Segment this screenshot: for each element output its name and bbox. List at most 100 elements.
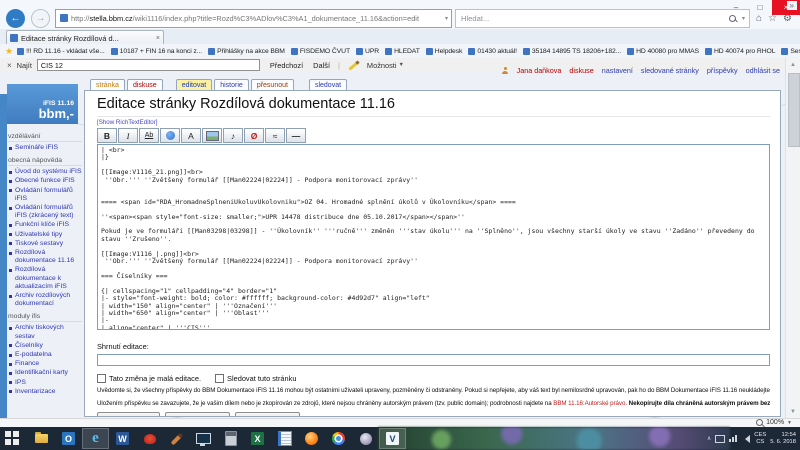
editing-help-link[interactable]: Pomoc při editování: [341, 416, 406, 417]
personal-link[interactable]: diskuse: [569, 66, 593, 75]
favorites-item[interactable]: 01430 aktuál!: [468, 48, 517, 55]
browser-scrollbar[interactable]: ▲ ▼: [785, 58, 800, 418]
wikitext-editor[interactable]: | <br> |} [[Image:V1116_21.png]]<br> ''O…: [97, 144, 770, 330]
diff-button[interactable]: Ukázat změny: [235, 412, 300, 417]
richtext-toggle-link[interactable]: [Show RichTextEditor]: [97, 119, 770, 126]
scroll-up-icon[interactable]: ▲: [786, 58, 800, 71]
signature-button[interactable]: ≈: [265, 128, 285, 143]
italic-button[interactable]: I: [118, 128, 138, 143]
maximize-button[interactable]: □: [748, 0, 772, 15]
favorites-item[interactable]: 10187 + FIN 16 na konci z...: [111, 48, 202, 55]
sidebar-item[interactable]: E-podatelna: [8, 351, 82, 359]
sidebar-item[interactable]: Ovládání formulářů iFIS: [8, 187, 82, 203]
network-icon[interactable]: [729, 435, 737, 442]
word-icon[interactable]: W: [109, 428, 136, 449]
browser-tab[interactable]: Editace stránky Rozdílová d... ×: [6, 30, 164, 45]
sidebar-item[interactable]: moduly ifis: [8, 313, 82, 322]
personal-link[interactable]: sledované stránky: [641, 66, 699, 75]
favorites-item[interactable]: Přihlášky na akce BBM: [208, 48, 285, 55]
address-dropdown-icon[interactable]: ▾: [442, 15, 451, 22]
address-bar[interactable]: http://stella.bbm.cz/wiki1116/index.php?…: [55, 9, 452, 28]
minimize-button[interactable]: –: [724, 0, 748, 15]
external-link-button[interactable]: [160, 128, 180, 143]
back-button[interactable]: ←: [6, 9, 25, 28]
start-button[interactable]: [5, 431, 19, 445]
hidden-icons-chevron[interactable]: ∧: [707, 435, 711, 442]
sidebar-item[interactable]: Semináře iFIS: [8, 144, 82, 152]
favorites-item[interactable]: HD 40080 pro MMAS: [627, 48, 699, 55]
calculator-icon[interactable]: [217, 428, 244, 449]
bold-button[interactable]: B: [97, 128, 117, 143]
monitor-icon[interactable]: [715, 435, 725, 443]
favorites-star-icon[interactable]: ★: [5, 46, 13, 57]
watch-page-checkbox[interactable]: [215, 374, 224, 383]
find-next-button[interactable]: Další: [313, 61, 330, 70]
sidebar-item[interactable]: Tiskové sestavy: [8, 240, 82, 248]
favorites-overflow-icon[interactable]: »: [787, 1, 797, 10]
find-previous-button[interactable]: Předchozí: [270, 61, 303, 70]
sidebar-item[interactable]: Funkční klíče iFIS: [8, 221, 82, 229]
hr-button[interactable]: —: [286, 128, 306, 143]
paint-icon[interactable]: [163, 428, 190, 449]
personal-link[interactable]: příspěvky: [707, 66, 738, 75]
internal-link-button[interactable]: Ab: [139, 128, 159, 143]
sidebar-item[interactable]: Rozdílová dokumentace k aktualizacím iFI…: [8, 266, 82, 291]
firefox-icon[interactable]: [298, 428, 325, 449]
zoom-control[interactable]: 100% ▼: [756, 419, 792, 426]
favorites-item[interactable]: 35184 14895 TS 18206+182...: [523, 48, 621, 55]
find-close-icon[interactable]: ×: [7, 61, 12, 70]
sidebar-item[interactable]: obecná nápověda: [8, 157, 82, 166]
language-indicator[interactable]: CES CS: [754, 432, 766, 445]
personal-link[interactable]: Jana daňkova: [517, 66, 562, 75]
favorites-item[interactable]: Helpdesk: [426, 48, 463, 55]
summary-input[interactable]: [97, 354, 770, 366]
sidebar-item[interactable]: Archiv rozdílových dokumentací: [8, 292, 82, 308]
search-icon[interactable]: [729, 15, 736, 22]
excel-icon[interactable]: X: [244, 428, 271, 449]
file-explorer-icon[interactable]: [28, 428, 55, 449]
internet-explorer-icon[interactable]: e: [82, 428, 109, 449]
headline-button[interactable]: A: [181, 128, 201, 143]
viewer-app-icon[interactable]: V: [379, 428, 406, 449]
notepad-icon[interactable]: [271, 428, 298, 449]
search-box[interactable]: Hledat... ▾: [455, 9, 750, 28]
sidebar-item[interactable]: IPS: [8, 379, 82, 387]
outlook-icon[interactable]: O: [55, 428, 82, 449]
sidebar-item[interactable]: Úvod do systému iFIS: [8, 168, 82, 176]
sidebar-item[interactable]: Číselníky: [8, 342, 82, 350]
personal-link[interactable]: nastavení: [602, 66, 633, 75]
wiki-logo[interactable]: iFIS 11.16 bbm,-: [7, 84, 78, 124]
preview-button[interactable]: Ukázat náhled: [165, 412, 230, 417]
favorites-item[interactable]: !!! RD 11.16 - vkládat vše...: [17, 48, 105, 55]
clock[interactable]: 12:54 5. 6. 2018: [770, 432, 798, 445]
save-button[interactable]: Uložit změny: [97, 412, 160, 417]
favorites-item[interactable]: HD 40074 pro RHOL: [705, 48, 775, 55]
certificate-icon[interactable]: [352, 428, 379, 449]
remote-desktop-icon[interactable]: [190, 428, 217, 449]
find-options-button[interactable]: Možnosti ▼: [367, 61, 404, 70]
sidebar-item[interactable]: Archiv tiskových sestav: [8, 324, 82, 340]
minor-edit-checkbox[interactable]: [97, 374, 106, 383]
nowiki-button[interactable]: Ø: [244, 128, 264, 143]
image-button[interactable]: [202, 128, 222, 143]
scroll-down-icon[interactable]: ▼: [786, 405, 800, 418]
sidebar-item[interactable]: Inventarizace: [8, 388, 82, 396]
highlight-icon[interactable]: [348, 60, 359, 70]
scrollbar-thumb[interactable]: [788, 73, 800, 147]
sidebar-item[interactable]: Ovládání formulářů iFIS (zkrácený text): [8, 204, 82, 220]
sidebar-item[interactable]: Obecné funkce iFIS: [8, 177, 82, 185]
favorites-item[interactable]: Sestavy vyřazené z nabídk...: [781, 48, 800, 55]
sidebar-item[interactable]: Uživatelské tipy: [8, 231, 82, 239]
favorites-item[interactable]: HLEDAT: [385, 48, 420, 55]
find-input[interactable]: CIS 12: [37, 59, 260, 71]
toad-icon[interactable]: [136, 428, 163, 449]
sidebar-item[interactable]: Rozdílová dokumentace 11.16: [8, 249, 82, 265]
sidebar-item[interactable]: Identifikační karty: [8, 369, 82, 377]
media-button[interactable]: ♪: [223, 128, 243, 143]
favorites-item[interactable]: UPR: [356, 48, 379, 55]
tab-close-icon[interactable]: ×: [156, 35, 160, 42]
favorites-item[interactable]: FISDEMO ČVUT: [291, 48, 350, 55]
personal-link[interactable]: odhlásit se: [746, 66, 780, 75]
cancel-link[interactable]: Storno: [313, 416, 335, 417]
chrome-icon[interactable]: [325, 428, 352, 449]
